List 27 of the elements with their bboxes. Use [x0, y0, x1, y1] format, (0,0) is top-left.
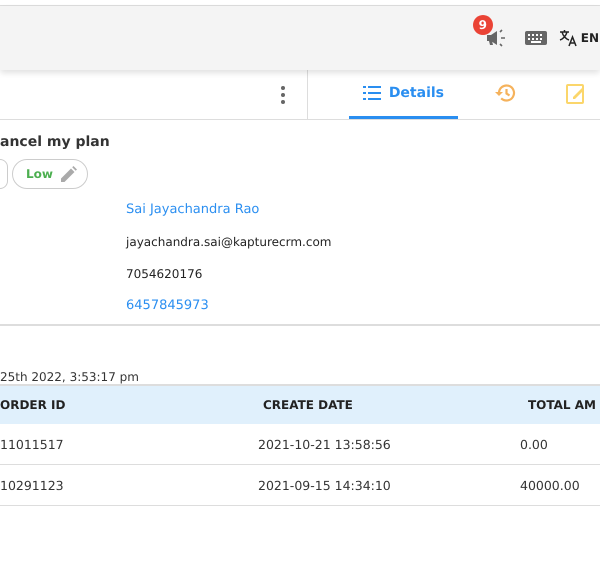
contact-email: jayachandra.sai@kapturecrm.com — [126, 234, 332, 251]
contact-name-link[interactable]: Sai Jayachandra Rao — [126, 201, 600, 219]
table-cell-text: 2021-10-21 13:58:56 — [258, 436, 392, 452]
tab[interactable]: Details — [348, 70, 458, 119]
contact-phone: 7054620176 — [126, 266, 204, 283]
alternate-phone-link[interactable]: 6457845973 — [126, 297, 600, 315]
column-header: TOTAL AM — [528, 398, 596, 412]
priority-chip[interactable]: Low — [12, 159, 88, 189]
megaphone-icon[interactable] — [484, 28, 507, 48]
keyboard-icon[interactable] — [524, 30, 547, 46]
table-cell-text: 2021-09-15 14:34:10 — [258, 478, 392, 492]
translate-icon[interactable] — [558, 29, 577, 47]
history-icon — [494, 83, 516, 103]
table-cell-text: 10291123 — [0, 478, 65, 492]
list-icon — [362, 86, 381, 100]
ticket-title: ancel my plan — [0, 134, 111, 150]
pencil-icon — [60, 166, 77, 182]
table-cell-text: 11011517 — [0, 436, 65, 452]
notification-badge: 9 — [472, 15, 493, 35]
column-header: CREATE DATE — [263, 398, 354, 412]
table-cell: 40000.00 — [520, 478, 580, 492]
more-options-icon[interactable] — [280, 86, 285, 104]
edit-note-icon — [566, 82, 586, 104]
created-date: 25th 2022, 3:53:17 pm — [0, 370, 140, 384]
column-header: ORDER ID — [0, 398, 66, 412]
table-cell: 0.00 — [520, 436, 548, 452]
language-label[interactable]: EN — [580, 31, 599, 45]
